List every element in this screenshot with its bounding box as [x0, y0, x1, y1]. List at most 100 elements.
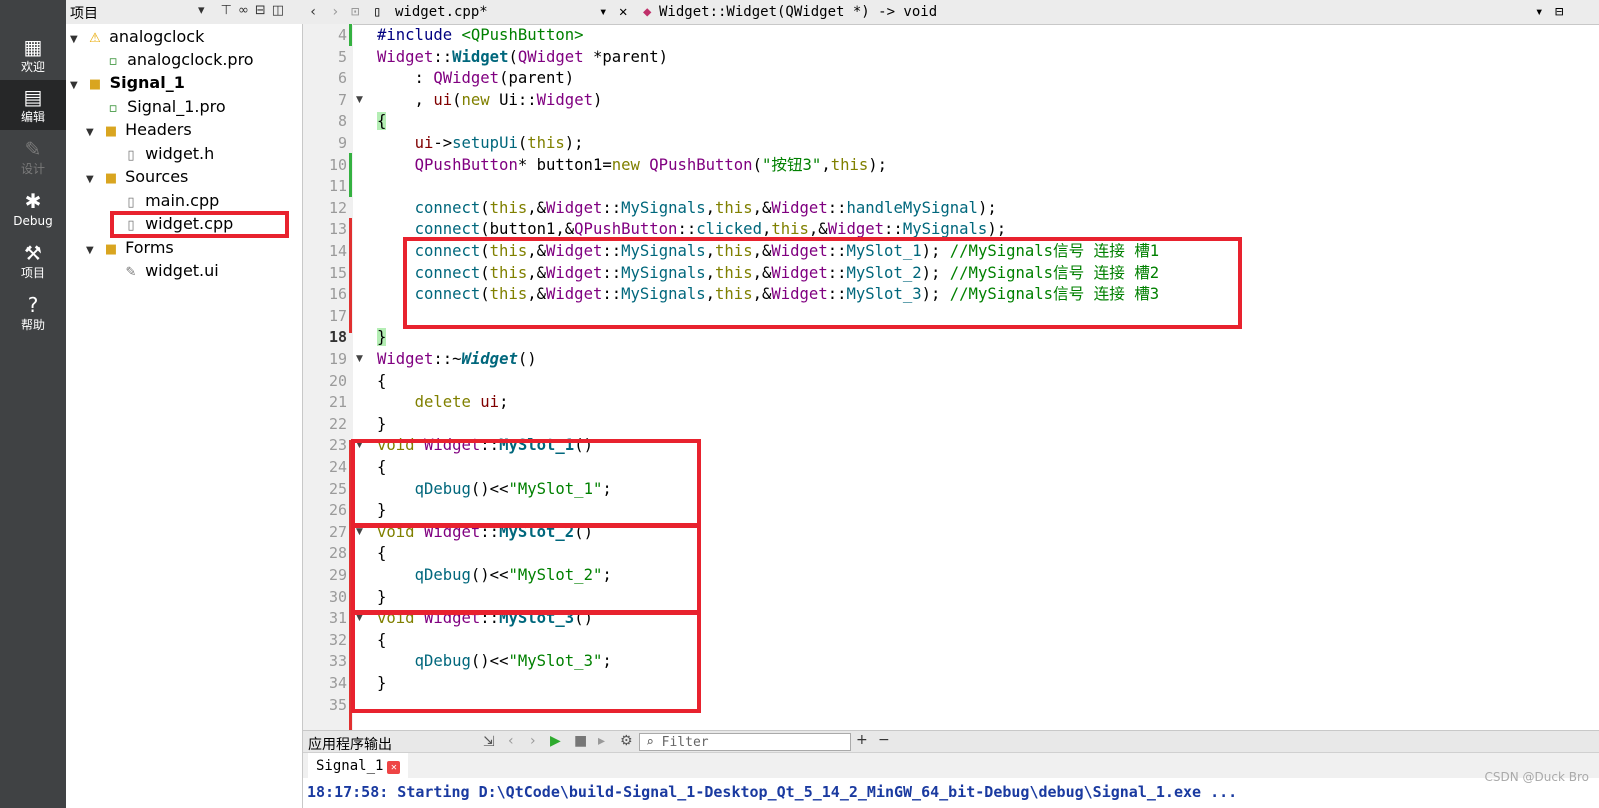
- annotation-box-connect-lines: [403, 237, 1242, 329]
- prev-icon[interactable]: ‹: [508, 733, 514, 749]
- collapse-arrow-icon[interactable]: ▼: [86, 240, 102, 262]
- code-token: (parent): [499, 69, 575, 88]
- code-line[interactable]: {: [377, 371, 386, 393]
- code-line[interactable]: : QWidget(parent): [377, 68, 575, 90]
- open-file-name[interactable]: widget.cpp*: [395, 4, 488, 20]
- tree-item-sources[interactable]: ▼ ■ Sources: [86, 166, 188, 188]
- gear-icon[interactable]: ⚙: [620, 733, 633, 749]
- fold-arrow-icon[interactable]: ▼: [356, 90, 363, 112]
- line-number: 4: [337, 26, 347, 44]
- link-icon[interactable]: ∞: [238, 3, 255, 18]
- close-file-icon[interactable]: ✕: [619, 4, 627, 20]
- symbol-selector[interactable]: Widget::Widget(QWidget *) -> void: [659, 4, 937, 20]
- line-number: 31: [328, 609, 347, 628]
- tree-item-widget-ui[interactable]: ✎ widget.ui: [122, 260, 219, 282]
- line-number: 9: [337, 134, 347, 152]
- code-line[interactable]: delete ui;: [377, 392, 509, 414]
- mode-label: 帮助: [20, 318, 45, 332]
- code-token: QPushButton: [414, 155, 518, 174]
- tree-item-main-cpp[interactable]: ▯ main.cpp: [122, 190, 219, 212]
- code-token: MySignals: [902, 220, 988, 239]
- tree-item-analogclock[interactable]: ▼ ⚠ analogclock: [70, 26, 204, 48]
- bug-icon: ✱: [24, 189, 42, 213]
- file-dropdown-icon[interactable]: ▾: [599, 4, 607, 20]
- output-text: 18:17:58: Starting D:\QtCode\build-Signa…: [303, 778, 1599, 808]
- next-icon[interactable]: ›: [530, 733, 536, 749]
- code-token: Widget: [536, 90, 593, 109]
- line-number: 20: [328, 371, 347, 390]
- line-number: 33: [328, 652, 347, 671]
- forward-arrow-icon[interactable]: ›: [331, 4, 339, 20]
- code-line[interactable]: Widget::~Widget(): [377, 349, 537, 371]
- tree-item-headers[interactable]: ▼ ■ Headers: [86, 119, 192, 141]
- code-token: setupUi: [452, 134, 518, 152]
- code-token: ;: [499, 393, 509, 412]
- tree-item-analogclock-pro[interactable]: ▫ analogclock.pro: [104, 49, 254, 71]
- code-token: connect: [414, 220, 481, 239]
- code-line[interactable]: }: [377, 327, 387, 349]
- project-tree: ▼ ⚠ analogclock ▫ analogclock.pro ▼ ■ Sign…: [66, 24, 303, 808]
- line-number: 12: [328, 198, 347, 217]
- mode-debug-button[interactable]: ✱ Debug: [0, 184, 66, 234]
- code-token: *parent): [583, 47, 669, 66]
- dropdown-icon[interactable]: ▾: [198, 3, 211, 18]
- run-icon[interactable]: ▶: [550, 733, 561, 749]
- code-line[interactable]: }: [377, 414, 386, 436]
- tree-item-forms[interactable]: ▼ ■ Forms: [86, 237, 174, 259]
- line-number: 34: [328, 674, 347, 692]
- annotation-box-myslot2: [351, 524, 701, 614]
- collapse-arrow-icon[interactable]: ▼: [86, 122, 102, 144]
- collapse-arrow-icon[interactable]: ▼: [86, 169, 102, 191]
- code-line[interactable]: , ui(new Ui::Widget): [377, 90, 603, 112]
- zoom-in-icon[interactable]: +: [856, 732, 868, 748]
- output-tab-signal1[interactable]: Signal_1 ✕: [308, 753, 409, 779]
- collapse-arrow-icon[interactable]: ▼: [70, 75, 86, 97]
- stop-icon[interactable]: ■: [574, 733, 587, 749]
- code-line[interactable]: #include <QPushButton>: [377, 25, 584, 47]
- mode-projects-button[interactable]: ⚒ 项目: [0, 236, 66, 286]
- symbol-dropdown-icon[interactable]: ▾: [1535, 4, 1543, 20]
- editor-toolbar: ‹ › ⊡ ▯ widget.cpp* ▾ ✕ ◆ Widget::Widget…: [303, 0, 1599, 25]
- zoom-out-icon[interactable]: −: [878, 732, 890, 748]
- mode-edit-button[interactable]: ▤ 编辑: [0, 80, 66, 130]
- back-arrow-icon[interactable]: ‹: [309, 4, 317, 20]
- debug-run-icon[interactable]: ▸: [598, 733, 605, 749]
- code-line[interactable]: {: [377, 111, 387, 133]
- line-number: 21: [328, 393, 347, 412]
- code-token: (: [752, 155, 762, 174]
- line-number: 25: [328, 479, 347, 498]
- line-number: 18: [328, 328, 347, 347]
- code-token: Widget: [546, 198, 603, 217]
- fold-arrow-icon[interactable]: ▼: [356, 349, 363, 371]
- mode-help-button[interactable]: ? 帮助: [0, 288, 66, 338]
- code-line[interactable]: QPushButton* button1=new QPushButton("按钮…: [377, 155, 888, 177]
- file-icon: ▯: [373, 4, 382, 20]
- close-panel-icon[interactable]: ◫: [272, 3, 290, 18]
- collapse-arrow-icon[interactable]: ▼: [70, 29, 86, 51]
- filter-icon[interactable]: ⊤: [221, 3, 238, 18]
- line-number: 28: [328, 544, 347, 563]
- mode-design-button[interactable]: ✎ 设计: [0, 132, 66, 182]
- tree-item-widget-h[interactable]: ▯ widget.h: [122, 143, 214, 165]
- split-editor-icon[interactable]: ⊟: [1555, 4, 1563, 20]
- panel-toolbar: ▾ ⊤∞⊟◫: [198, 3, 290, 18]
- line-number: 35: [328, 695, 347, 714]
- annotation-box-myslot1: [351, 439, 701, 527]
- split-icon[interactable]: ⊟: [255, 3, 272, 18]
- attach-icon[interactable]: ⇲: [483, 734, 495, 750]
- project-panel-title[interactable]: 项目: [70, 3, 98, 23]
- filter-input[interactable]: ⌕ Filter: [639, 733, 851, 751]
- code-line[interactable]: connect(this,&Widget::MySignals,this,&Wi…: [377, 198, 997, 220]
- mode-welcome-button[interactable]: ▦ 欢迎: [0, 30, 66, 80]
- code-line[interactable]: Widget::Widget(QWidget *parent): [377, 47, 668, 69]
- code-token: this: [527, 134, 565, 152]
- tree-item-signal1-pro[interactable]: ▫ Signal_1.pro: [104, 96, 226, 118]
- lock-icon: ⊡: [351, 4, 360, 20]
- tree-item-signal1[interactable]: ▼ ■ Signal_1: [70, 72, 185, 94]
- code-line[interactable]: ui->setupUi(this);: [377, 133, 584, 155]
- close-tab-icon[interactable]: ✕: [387, 761, 401, 774]
- code-token: ui: [414, 134, 434, 152]
- code-token: QWidget: [517, 47, 584, 66]
